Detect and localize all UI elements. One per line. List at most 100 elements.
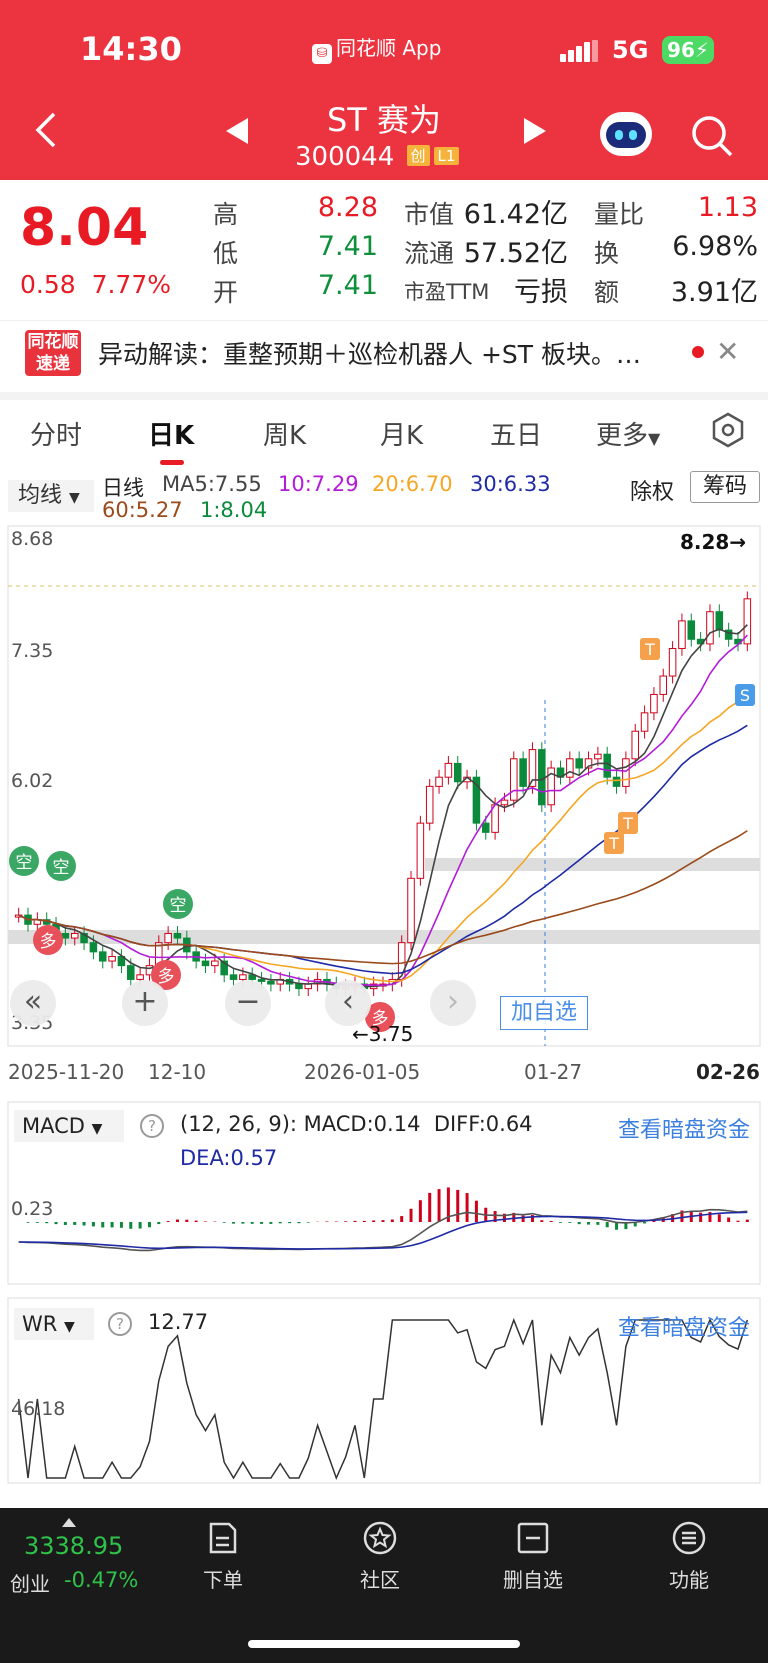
zoom-in-icon[interactable]: + (122, 980, 168, 1026)
kong-badge: 空 (163, 889, 193, 919)
dea-value: DEA:0.57 (180, 1146, 278, 1170)
chevron-down-icon: ▼ (64, 1319, 75, 1335)
candle-body (566, 758, 574, 778)
y-axis-label-3: 6.02 (11, 770, 54, 792)
add-watchlist-button[interactable]: 加自选 (500, 996, 588, 1030)
diff-value: DIFF:0.64 (433, 1112, 533, 1136)
candle-body (538, 749, 546, 806)
date-label: 2025-11-20 (8, 1060, 125, 1084)
candle-body (435, 776, 443, 787)
macd-value: MACD:0.14 (303, 1112, 421, 1136)
candle-body (211, 960, 219, 967)
candle-body (519, 758, 527, 787)
wr-value: 12.77 (148, 1310, 209, 1334)
y-axis-label-2: 7.35 (11, 640, 54, 662)
candle-body (164, 932, 172, 944)
candle-body (453, 762, 462, 783)
nav-order[interactable]: 下单 (168, 1520, 278, 1593)
sell-text: S (740, 686, 750, 705)
index-change: -0.47% (64, 1568, 139, 1592)
candle-body (500, 799, 509, 806)
dark-pool-link[interactable]: 查看暗盘资金 (618, 1112, 750, 1144)
candle-body (481, 822, 490, 833)
t-badge: T (640, 638, 660, 660)
t-badge: T (618, 812, 638, 834)
candle-body (687, 620, 696, 640)
candle-body (612, 776, 621, 787)
t-text: T (608, 834, 619, 853)
low-marker: ←3.75 (352, 1022, 414, 1046)
index-name: 创业 (10, 1572, 50, 1596)
wr-y-label: 46.18 (11, 1398, 66, 1420)
wr-dropdown[interactable]: WR ▼ (14, 1308, 94, 1340)
macd-y-label: 0.23 (11, 1198, 54, 1220)
y-axis-label-top: 8.68 (11, 528, 54, 550)
t-text: T (622, 814, 633, 833)
candle-body (127, 965, 135, 980)
prev-icon[interactable]: ‹ (325, 980, 371, 1026)
order-icon (209, 1522, 237, 1554)
minus-square-icon (517, 1522, 549, 1554)
macd-dropdown[interactable]: MACD ▼ (14, 1110, 124, 1142)
kong-badge: 空 (46, 851, 76, 881)
nav-order-label: 下单 (203, 1568, 243, 1592)
candle-body (267, 980, 275, 985)
nav-functions[interactable]: 功能 (634, 1520, 744, 1593)
candle-body (594, 753, 602, 760)
macd-values: (12, 26, 9): MACD:0.14 DIFF:0.64 (180, 1112, 533, 1136)
wr-dropdown-label: WR (22, 1312, 58, 1336)
date-label: 12-10 (148, 1060, 207, 1084)
high-marker: 8.28→ (680, 530, 747, 554)
candle-body (98, 951, 107, 962)
candle-body (201, 960, 210, 967)
candle-body (640, 712, 649, 732)
sell-badge: S (735, 684, 755, 706)
kong-text: 空 (53, 858, 70, 878)
candle-body (622, 758, 630, 787)
candle-body (715, 611, 724, 631)
zoom-out-icon[interactable]: − (225, 980, 271, 1026)
help-icon[interactable]: ? (140, 1114, 164, 1138)
index-value[interactable]: 3338.95 (24, 1532, 123, 1560)
nav-community[interactable]: 社区 (325, 1520, 435, 1593)
kong-text: 空 (16, 853, 33, 873)
candle-body (706, 611, 714, 645)
duo-text: 多 (40, 932, 57, 952)
kong-text: 空 (170, 896, 187, 916)
duo-text: 多 (158, 967, 175, 987)
candle-body (575, 758, 583, 769)
expand-up-icon[interactable] (62, 1518, 76, 1527)
candle-body (510, 758, 518, 801)
candle-body (659, 675, 668, 695)
nav-functions-label: 功能 (669, 1568, 709, 1592)
candle-body (61, 932, 70, 939)
t-text: T (644, 640, 655, 659)
candle-body (444, 762, 453, 778)
nav-remove-watchlist[interactable]: 删自选 (478, 1520, 588, 1593)
candle-body (257, 978, 266, 982)
chip-zone-1 (425, 858, 760, 871)
next-icon[interactable]: › (430, 980, 476, 1026)
kline-chart[interactable]: 空 空 空 多 多 多 S T T T (0, 0, 768, 1490)
date-label: 2026-01-05 (304, 1060, 421, 1084)
kline-frame (7, 525, 761, 1047)
candle-body (229, 974, 238, 980)
candle-body (173, 932, 182, 939)
candle-body (108, 955, 116, 962)
scroll-left-icon[interactable]: « (10, 980, 56, 1026)
candle-body (89, 942, 98, 953)
candle-body (603, 753, 611, 778)
home-indicator (248, 1640, 520, 1648)
nav-community-label: 社区 (360, 1568, 400, 1592)
candle-body (425, 785, 434, 824)
star-badge-icon (363, 1521, 397, 1555)
candle-body (631, 730, 639, 760)
candle-body (678, 620, 686, 649)
macd-params: (12, 26, 9): (180, 1112, 297, 1136)
help-icon[interactable]: ? (108, 1312, 132, 1336)
candle-body (295, 983, 303, 990)
date-label-current: 02-26 (696, 1060, 760, 1084)
chevron-down-icon: ▼ (91, 1121, 103, 1137)
candle-body (407, 877, 415, 944)
dark-pool-link[interactable]: 查看暗盘资金 (618, 1310, 750, 1342)
